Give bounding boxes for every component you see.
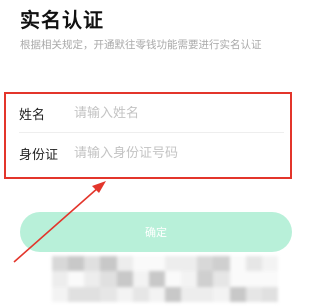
name-row: 姓名	[19, 94, 284, 133]
name-label: 姓名	[19, 107, 46, 123]
real-name-form-highlight: 姓名 身份证	[4, 92, 292, 179]
id-row: 身份证	[19, 134, 284, 172]
pixelated-region	[52, 256, 278, 302]
id-number-input[interactable]	[74, 145, 264, 161]
page-title: 实名认证	[20, 8, 104, 32]
confirm-button[interactable]: 确定	[20, 212, 292, 252]
name-input[interactable]	[74, 105, 264, 121]
id-label: 身份证	[19, 147, 59, 163]
page-subtitle: 根据相关规定，开通默往零钱功能需要进行实名认证	[20, 39, 262, 51]
